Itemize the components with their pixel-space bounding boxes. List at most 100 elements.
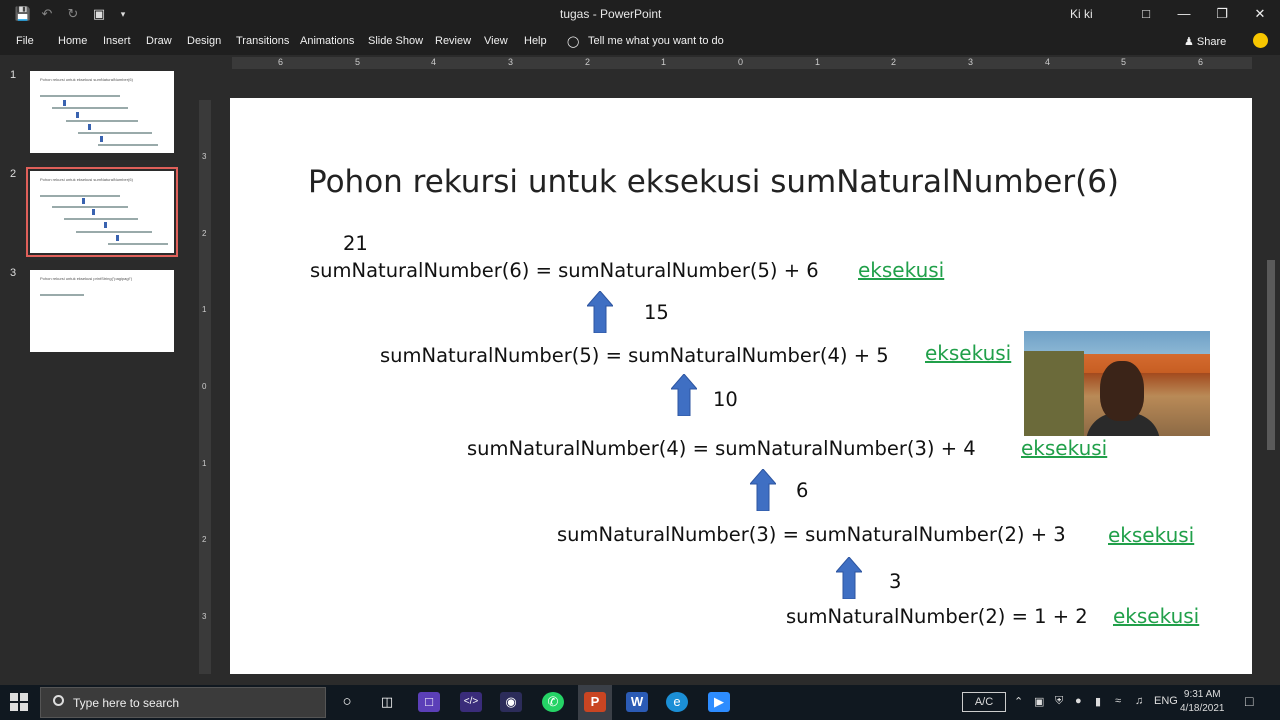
taskbar-search-box[interactable]: Type here to search — [40, 687, 326, 718]
vertical-scrollbar[interactable] — [1266, 70, 1276, 670]
ruler-tick: 0 — [202, 382, 207, 391]
word-icon[interactable]: W — [626, 692, 648, 712]
zoom-icon[interactable]: ▶ — [708, 692, 730, 712]
slide-thumbnail-3[interactable]: Pohon rekursi untuk eksekusi printString… — [30, 270, 174, 352]
equation-text[interactable]: sumNaturalNumber(3) = sumNaturalNumber(2… — [557, 523, 1066, 546]
tab-help[interactable]: Help — [524, 35, 547, 47]
share-button[interactable]: ♟ Share — [1184, 35, 1226, 48]
restore-icon[interactable]: ❐ — [1204, 3, 1240, 25]
save-icon[interactable]: 💾 — [14, 5, 32, 23]
slide-thumbnail-1[interactable]: Pohon rekursi untuk eksekusi sumNaturalN… — [30, 71, 174, 153]
tray-app-icon[interactable]: ▣ — [1034, 695, 1044, 708]
eksekusi-label: eksekusi — [1113, 604, 1200, 628]
slide-title[interactable]: Pohon rekursi untuk eksekusi sumNaturalN… — [308, 164, 1119, 200]
wifi-icon[interactable]: ≈ — [1115, 695, 1121, 707]
slide-canvas[interactable]: Pohon rekursi untuk eksekusi sumNaturalN… — [230, 98, 1252, 674]
tell-me-search[interactable]: Tell me what you want to do — [588, 35, 724, 47]
ruler-tick: 3 — [968, 57, 974, 67]
tab-insert[interactable]: Insert — [103, 35, 131, 47]
result-value: 6 — [796, 479, 809, 502]
thumbnail-number: 2 — [10, 168, 17, 180]
feedback-smiley-icon[interactable] — [1253, 33, 1268, 48]
tab-transitions[interactable]: Transitions — [236, 35, 289, 47]
equation-text[interactable]: sumNaturalNumber(4) = sumNaturalNumber(3… — [467, 437, 976, 460]
search-placeholder: Type here to search — [73, 696, 180, 710]
up-arrow-icon — [671, 374, 697, 416]
ruler-tick: 1 — [202, 459, 207, 468]
minimize-icon[interactable]: — — [1166, 3, 1202, 25]
windows-taskbar: Type here to search ○ ◫ □ </> ◉ ✆ P W e … — [0, 685, 1280, 720]
present-icon[interactable]: ▣ — [90, 5, 108, 23]
eksekusi-label: eksekusi — [1108, 523, 1195, 547]
code-icon[interactable]: </> — [460, 692, 482, 712]
vertical-ruler: 3 2 1 0 1 2 3 — [199, 100, 211, 674]
eksekusi-label: eksekusi — [925, 341, 1012, 365]
up-arrow-icon — [587, 291, 613, 333]
cortana-icon[interactable]: ○ — [336, 692, 358, 712]
tab-view[interactable]: View — [484, 35, 508, 47]
files-icon[interactable]: □ — [418, 692, 440, 712]
task-view-icon[interactable]: ◫ — [376, 692, 398, 712]
tab-review[interactable]: Review — [435, 35, 471, 47]
chevron-up-icon[interactable]: ⌃ — [1014, 695, 1023, 708]
person-icon: ♟ — [1184, 36, 1197, 48]
lightbulb-icon: ◯ — [567, 36, 580, 48]
battery-icon[interactable]: ▮ — [1095, 695, 1101, 708]
ruler-tick: 3 — [202, 152, 207, 161]
tab-design[interactable]: Design — [187, 35, 221, 47]
thumbnail-title: Pohon rekursi untuk eksekusi sumNaturalN… — [40, 77, 133, 82]
ruler-tick: 3 — [508, 57, 514, 67]
up-arrow-icon — [836, 557, 862, 599]
obs-icon[interactable]: ◉ — [500, 692, 522, 712]
user-name[interactable]: Ki ki — [1070, 7, 1093, 21]
ruler-tick: 2 — [891, 57, 897, 67]
eksekusi-label: eksekusi — [858, 258, 945, 282]
volume-icon[interactable]: ♫ — [1135, 695, 1143, 707]
shield-icon[interactable]: ⛨ — [1055, 695, 1063, 708]
title-bar: 💾 ↶ ↻ ▣ ▾ tugas - PowerPoint Ki ki □ — ❐… — [0, 0, 1280, 28]
ruler-tick: 6 — [1198, 57, 1204, 67]
tab-slide-show[interactable]: Slide Show — [368, 35, 423, 47]
customize-icon[interactable]: ▾ — [114, 5, 132, 23]
thumbnail-title: Pohon rekursi untuk eksekusi sumNaturalN… — [40, 177, 133, 182]
equation-text[interactable]: sumNaturalNumber(5) = sumNaturalNumber(4… — [380, 344, 889, 367]
ruler-tick: 0 — [738, 57, 744, 67]
eksekusi-label: eksekusi — [1021, 436, 1108, 460]
redo-icon[interactable]: ↻ — [64, 5, 82, 23]
slide-thumbnail-2[interactable]: Pohon rekursi untuk eksekusi sumNaturalN… — [26, 167, 178, 257]
result-value: 21 — [343, 232, 368, 255]
tab-animations[interactable]: Animations — [300, 35, 354, 47]
undo-icon[interactable]: ↶ — [38, 5, 56, 23]
windows-start-icon[interactable] — [10, 693, 28, 711]
equation-text[interactable]: sumNaturalNumber(6) = sumNaturalNumber(5… — [310, 259, 819, 282]
result-value: 3 — [889, 570, 902, 593]
equation-text[interactable]: sumNaturalNumber(2) = 1 + 2 — [786, 605, 1088, 628]
document-title: tugas - PowerPoint — [560, 7, 662, 21]
result-value: 10 — [713, 388, 738, 411]
horizontal-ruler: 6 5 4 3 2 1 0 1 2 3 4 5 6 — [232, 57, 1252, 69]
edge-icon[interactable]: e — [666, 692, 688, 712]
ruler-tick: 1 — [815, 57, 821, 67]
scrollbar-thumb[interactable] — [1267, 260, 1275, 450]
ribbon-display-icon[interactable]: □ — [1128, 3, 1164, 25]
notification-icon[interactable]: □ — [1245, 693, 1253, 709]
tab-draw[interactable]: Draw — [146, 35, 172, 47]
tray-app-icon[interactable]: ● — [1075, 695, 1082, 707]
ruler-tick: 3 — [202, 612, 207, 621]
ruler-tick: 2 — [202, 229, 207, 238]
ac-input-indicator[interactable]: A/C — [962, 692, 1006, 712]
thumbnail-number: 1 — [10, 69, 17, 81]
ruler-tick: 5 — [355, 57, 361, 67]
tab-file[interactable]: File — [16, 35, 34, 47]
whatsapp-icon[interactable]: ✆ — [542, 692, 564, 712]
ruler-tick: 1 — [661, 57, 667, 67]
system-clock[interactable]: 9:31 AM 4/18/2021 — [1180, 688, 1225, 716]
language-indicator[interactable]: ENG — [1154, 695, 1178, 707]
ruler-tick: 4 — [431, 57, 437, 67]
tab-home[interactable]: Home — [58, 35, 87, 47]
ruler-tick: 5 — [1121, 57, 1127, 67]
ruler-tick: 2 — [202, 535, 207, 544]
powerpoint-icon[interactable]: P — [584, 692, 606, 712]
close-icon[interactable]: ✕ — [1242, 3, 1278, 25]
webcam-video-overlay — [1024, 331, 1210, 436]
